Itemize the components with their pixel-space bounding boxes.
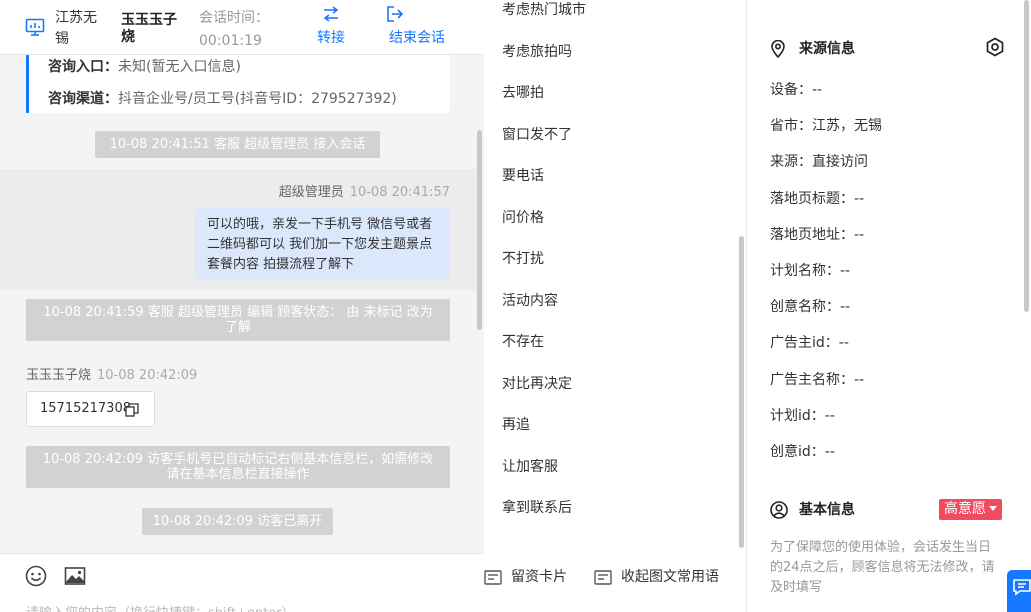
quick-reply-panel: 考虑热门城市 考虑旅拍吗去哪拍窗口发不了要电话问价格不打扰活动内容不存在对比再决定… [484, 0, 747, 612]
transfer-label: 转接 [317, 30, 345, 46]
quick-reply-item[interactable]: 考虑旅拍吗 [502, 42, 572, 62]
transfer-button[interactable]: 转接 [314, 6, 348, 47]
visitor-phone-number: 15715217308 [40, 401, 131, 416]
visitor-location: 江苏无锡 [55, 10, 97, 47]
consult-channel-value: 抖音企业号/员工号(抖音号ID：279527392) [118, 91, 397, 107]
message-composer: 请输入您的内容（换行快捷键：shift+enter） [0, 553, 484, 612]
quick-reply-scrollbar[interactable] [739, 236, 744, 548]
visitor-phone-bubble: 15715217308 [26, 391, 155, 427]
session-time-label: 会话时间： [199, 10, 269, 26]
visitor-message-time: 10-08 20:42:09 [97, 368, 198, 383]
info-scrollbar[interactable] [1024, 0, 1029, 312]
source-info-row: 创意id：-- [770, 444, 835, 460]
location-pin-icon [771, 40, 785, 58]
source-info-row: 广告主名称：-- [770, 371, 865, 388]
quick-reply-item[interactable]: 拿到联系后 [502, 498, 572, 518]
collapse-phrases-label: 收起图文常用语 [621, 569, 719, 585]
lead-card-button[interactable]: 留资卡片 [484, 567, 567, 587]
quick-reply-item[interactable]: 窗口发不了 [502, 125, 572, 145]
image-icon[interactable] [64, 565, 86, 587]
system-message: 10-08 20:42:09 访客已离开 [142, 508, 333, 535]
quick-reply-item[interactable]: 不打扰 [502, 249, 544, 269]
source-info-row: 广告主id：-- [770, 335, 849, 352]
quick-reply-item[interactable]: 去哪拍 [502, 83, 544, 103]
quick-reply-item[interactable]: 让加客服 [502, 457, 558, 477]
card-icon [484, 570, 502, 585]
agent-message-time: 10-08 20:41:57 [349, 185, 450, 200]
settings-icon[interactable] [985, 37, 1005, 57]
chat-header: 江苏无锡 玉玉玉子烧 会话时间： 00:01:19 转接 结束会话 [0, 0, 484, 55]
consult-entry-value: 未知(暂无入口信息) [118, 59, 241, 75]
system-message: 10-08 20:41:51 客服 超级管理员 接入会话 [95, 131, 380, 158]
source-info-row: 计划id：-- [770, 407, 835, 424]
quick-reply-item[interactable]: 不存在 [502, 332, 544, 352]
visitor-name: 玉玉玉子烧 [121, 12, 177, 45]
intent-level-dropdown[interactable]: 高意愿 [939, 499, 1002, 520]
source-info-row: 计划名称：-- [770, 263, 851, 279]
consult-entry-row: 咨询入口：未知(暂无入口信息) [48, 51, 450, 83]
source-info-row: 落地页地址：-- [770, 226, 865, 243]
user-circle-icon [770, 501, 788, 519]
chat-panel: 咨询入口：未知(暂无入口信息) 咨询渠道：抖音企业号/员工号(抖音号ID：279… [0, 0, 484, 612]
visitor-message-meta: 玉玉玉子烧 10-08 20:42:09 [26, 364, 197, 383]
source-info-row: 来源：直接访问 [770, 154, 868, 171]
chat-float-button[interactable] [1007, 570, 1031, 612]
chat-bubble-icon [1013, 579, 1031, 596]
end-session-button[interactable]: 结束会话 [386, 6, 448, 47]
chat-scrollbar[interactable] [477, 130, 482, 330]
system-message: 10-08 20:41:59 客服 超级管理员 编辑 顾客状态： 由 未标记 改… [26, 299, 450, 341]
consult-info-card: 咨询入口：未知(暂无入口信息) 咨询渠道：抖音企业号/员工号(抖音号ID：279… [26, 45, 450, 113]
source-info-row: 落地页标题：-- [770, 190, 865, 207]
quick-reply-item[interactable]: 再追 [502, 415, 530, 435]
monitor-icon [25, 18, 45, 36]
basic-info-note: 为了保障您的使用体验，会话发生当日的24点之后，顾客信息将无法修改，请及时填写 [770, 540, 995, 595]
visitor-info-panel: 来源信息 设备：-- 省市：江苏，无锡 来源：直接访问 落地页标题：-- 落地页地址：-… [748, 0, 1031, 612]
collapse-phrases-button[interactable]: 收起图文常用语 [594, 567, 719, 587]
quick-reply-item[interactable]: 问价格 [502, 208, 544, 228]
source-info-row: 创意名称：-- [770, 299, 851, 316]
consult-entry-label: 咨询入口： [48, 59, 118, 75]
quick-reply-item[interactable]: 要电话 [502, 166, 544, 186]
quick-reply-item[interactable]: 考虑热门城市 [502, 0, 586, 20]
session-time-value: 00:01:19 [199, 33, 262, 49]
transfer-icon [323, 6, 339, 22]
source-info-row: 设备：-- [770, 82, 823, 98]
source-info-title: 来源信息 [770, 39, 855, 59]
exit-icon [387, 6, 404, 22]
agent-message: 超级管理员 10-08 20:41:57 可以的哦，亲发一下手机号 微信号或者二维… [0, 169, 476, 290]
consult-channel-row: 咨询渠道：抖音企业号/员工号(抖音号ID：279527392) [48, 83, 450, 115]
quick-reply-item[interactable]: 对比再决定 [502, 374, 572, 394]
card-icon [594, 570, 612, 585]
system-message: 10-08 20:42:09 访客手机号已自动标记右侧基本信息栏，如需修改请在基… [26, 446, 450, 488]
basic-info-title: 基本信息 [770, 500, 855, 520]
agent-name: 超级管理员 [278, 185, 344, 200]
end-session-label: 结束会话 [389, 30, 445, 46]
emoji-icon[interactable] [25, 565, 47, 587]
copy-icon[interactable] [125, 403, 139, 417]
agent-message-meta: 超级管理员 10-08 20:41:57 [279, 181, 450, 200]
quick-reply-item[interactable]: 活动内容 [502, 291, 558, 311]
intent-level-label: 高意愿 [944, 501, 986, 517]
consult-channel-label: 咨询渠道： [48, 91, 118, 107]
agent-message-bubble: 可以的哦，亲发一下手机号 微信号或者二维码都可以 我们加一下您发主题景点 套餐内… [195, 208, 450, 280]
caret-down-icon [989, 506, 997, 511]
source-info-row: 省市：江苏，无锡 [770, 118, 882, 135]
visitor-message-name: 玉玉玉子烧 [26, 368, 92, 383]
message-input[interactable]: 请输入您的内容（换行快捷键：shift+enter） [26, 602, 295, 612]
